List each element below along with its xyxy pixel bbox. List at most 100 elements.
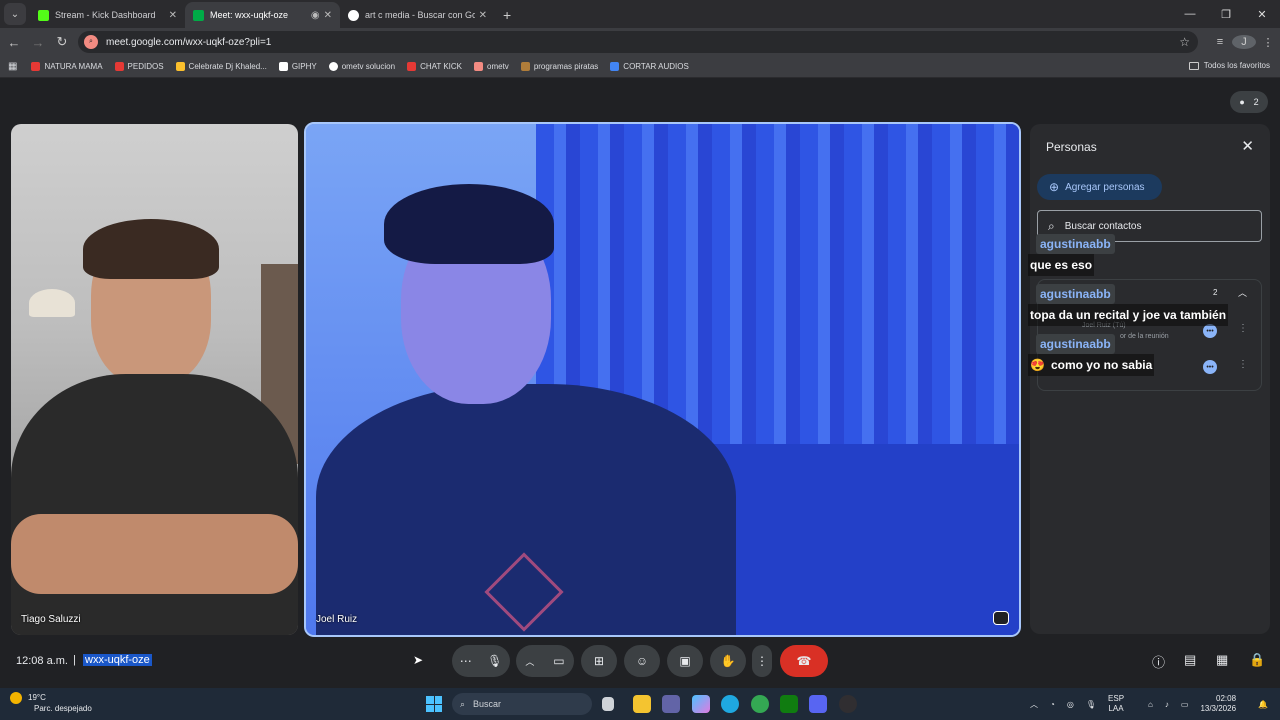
present-screen-button[interactable]: ⊞ <box>581 645 617 677</box>
site-info-icon[interactable]: ⌕ <box>84 35 98 49</box>
leave-call-button[interactable]: ☎ <box>780 645 828 677</box>
bookmark-item[interactable]: CHAT KICK <box>407 62 462 71</box>
chevron-up-icon[interactable]: ︿ <box>525 655 534 668</box>
chat-message-row: 😍 como yo no sabia <box>1028 354 1155 376</box>
taskbar-clock[interactable]: 02:08 13/3/2026 <box>1200 694 1248 714</box>
emoji-reaction-icon: ☺ <box>635 654 649 668</box>
camera-control-group: ︿ ▭ <box>516 645 574 677</box>
microphone-icon[interactable]: 🎙 <box>487 654 502 668</box>
bookmark-item[interactable]: Celebrate Dj Khaled... <box>175 62 267 71</box>
add-people-button[interactable]: ⊕ Agregar personas <box>1037 174 1162 200</box>
audio-settings-icon[interactable]: ⋯ <box>460 654 472 668</box>
notifications-icon[interactable]: 🔔 <box>1258 700 1268 709</box>
camera-icon[interactable]: ▭ <box>553 654 564 668</box>
more-options-button[interactable]: ⋮ <box>752 645 772 677</box>
chevron-up-icon[interactable]: ︿ <box>1238 286 1247 299</box>
restore-icon[interactable]: ❐ <box>1208 8 1244 21</box>
obs-icon[interactable] <box>839 695 857 713</box>
task-view-icon[interactable] <box>602 697 614 711</box>
new-tab-icon[interactable]: + <box>503 7 511 23</box>
tab-title: art c media - Buscar con Google <box>365 10 475 20</box>
forward-icon[interactable]: → <box>26 35 50 50</box>
kebab-icon[interactable]: ⋮ <box>1238 359 1248 370</box>
participants-pill[interactable]: ● 2 <box>1230 91 1268 113</box>
media-controls-icon[interactable]: ≡ <box>1208 36 1232 48</box>
discord-icon[interactable] <box>809 695 827 713</box>
bookmark-item[interactable]: GIPHY <box>278 62 317 71</box>
menu-kebab-icon[interactable]: ⋮ <box>1256 36 1280 49</box>
meeting-controls-bar: 12:08 a.m. | wxx-uqkf-oze ➤ ⋯ 🎙 ︿ ▭ ⊞ ☺ … <box>0 639 1280 685</box>
reactions-button[interactable]: ☺ <box>624 645 660 677</box>
start-button[interactable] <box>426 696 442 712</box>
participant-tile-joel[interactable]: Joel Ruiz <box>304 122 1021 637</box>
close-tab-icon[interactable]: ✕ <box>479 10 487 21</box>
close-tab-icon[interactable]: ✕ <box>169 10 177 21</box>
tab-meet[interactable]: Meet: wxx-uqkf-oze ◉ ✕ <box>185 2 340 28</box>
all-bookmarks-button[interactable]: Todos los favoritos <box>1188 61 1270 70</box>
reload-icon[interactable]: ↻ <box>50 34 74 50</box>
apps-grid-icon[interactable]: ▦ <box>8 61 17 72</box>
weather-widget[interactable]: 19°C Parc. despejado <box>10 692 92 714</box>
file-explorer-icon[interactable] <box>633 695 651 713</box>
close-tab-icon[interactable]: ✕ <box>324 10 332 21</box>
raise-hand-icon: ✋ <box>720 654 736 668</box>
more-options-icon[interactable]: ••• <box>1203 360 1217 374</box>
mouse-cursor-icon: ➤ <box>413 653 424 667</box>
tray-app-icon[interactable]: ◎ <box>1067 700 1074 709</box>
back-icon[interactable]: ← <box>2 35 26 50</box>
raise-hand-button[interactable]: ✋ <box>710 645 746 677</box>
toolbar-right: ≡ J ⋮ <box>1208 28 1280 56</box>
tab-search-dropdown-icon[interactable]: ⌄ <box>4 3 26 25</box>
tab-kick-dashboard[interactable]: Stream - Kick Dashboard ✕ <box>30 2 185 28</box>
more-options-icon[interactable]: ••• <box>1203 324 1217 338</box>
tab-title: Meet: wxx-uqkf-oze <box>210 10 289 20</box>
tray-overflow-icon[interactable]: ︿ <box>1030 699 1038 710</box>
teams-icon[interactable] <box>662 695 680 713</box>
bookmark-item[interactable]: CORTAR AUDIOS <box>610 62 689 71</box>
bookmark-icon <box>31 62 41 71</box>
xbox-icon[interactable] <box>780 695 798 713</box>
close-window-icon[interactable]: ✕ <box>1244 8 1280 21</box>
person-arm-shape <box>11 514 298 594</box>
meeting-info-icon[interactable]: ⓘ <box>1152 652 1165 671</box>
address-toolbar: ← → ↻ ⌕ meet.google.com/wxx-uqkf-oze?pli… <box>0 28 1280 56</box>
bookmark-star-icon[interactable]: ☆ <box>1179 35 1190 49</box>
search-icon: ⌕ <box>460 698 466 709</box>
chat-message: topa da un recital y joe va también <box>1028 304 1229 326</box>
bookmark-item[interactable]: ometv <box>474 62 509 71</box>
profile-avatar[interactable]: J <box>1232 35 1256 49</box>
people-icon: ● <box>1239 97 1245 107</box>
minimize-icon[interactable]: — <box>1172 8 1208 20</box>
bookmark-item[interactable]: programas piratas <box>520 62 598 71</box>
network-icon[interactable]: ⌂ <box>1148 700 1153 709</box>
meet-stage: ● 2 Tiago Saluzzi Joel Ruiz Personas ✕ ⊕… <box>0 79 1280 688</box>
language-indicator[interactable]: ESP LAA <box>1108 694 1136 714</box>
picture-in-picture-icon[interactable] <box>993 611 1009 625</box>
taskbar-search[interactable]: ⌕ Buscar <box>452 693 592 715</box>
chrome-icon[interactable] <box>751 695 769 713</box>
chat-icon[interactable]: ▤ <box>1184 652 1196 668</box>
search-icon: ⌕ <box>1048 218 1055 233</box>
kebab-icon[interactable]: ⋮ <box>1238 323 1248 334</box>
close-panel-icon[interactable]: ✕ <box>1241 137 1254 155</box>
bookmark-item[interactable]: PEDIDOS <box>114 62 164 71</box>
edge-icon[interactable] <box>721 695 739 713</box>
tray-app-icon[interactable]: ◔ <box>1050 700 1055 709</box>
host-controls-icon[interactable]: 🔒 <box>1249 652 1265 668</box>
bookmark-icon <box>610 62 620 71</box>
participant-tile-tiago[interactable]: Tiago Saluzzi <box>11 124 298 635</box>
bookmark-item[interactable]: ometv solucion <box>328 62 395 71</box>
captions-button[interactable]: ▣ <box>667 645 703 677</box>
tab-google-search[interactable]: art c media - Buscar con Google ✕ <box>340 2 495 28</box>
address-bar[interactable]: ⌕ meet.google.com/wxx-uqkf-oze?pli=1 ☆ <box>78 31 1198 53</box>
bookmark-item[interactable]: NATURA MAMA <box>31 62 103 71</box>
tab-title: Stream - Kick Dashboard <box>55 10 156 20</box>
volume-icon[interactable]: ♪ <box>1165 700 1169 709</box>
meeting-code[interactable]: wxx-uqkf-oze <box>83 654 152 666</box>
activities-icon[interactable]: ▦ <box>1216 652 1228 668</box>
add-person-icon: ⊕ <box>1049 180 1060 194</box>
microphone-icon[interactable]: 🎙 <box>1086 700 1096 709</box>
battery-icon[interactable]: ▭ <box>1181 700 1189 709</box>
panel-title: Personas <box>1046 140 1097 154</box>
copilot-icon[interactable] <box>692 695 710 713</box>
